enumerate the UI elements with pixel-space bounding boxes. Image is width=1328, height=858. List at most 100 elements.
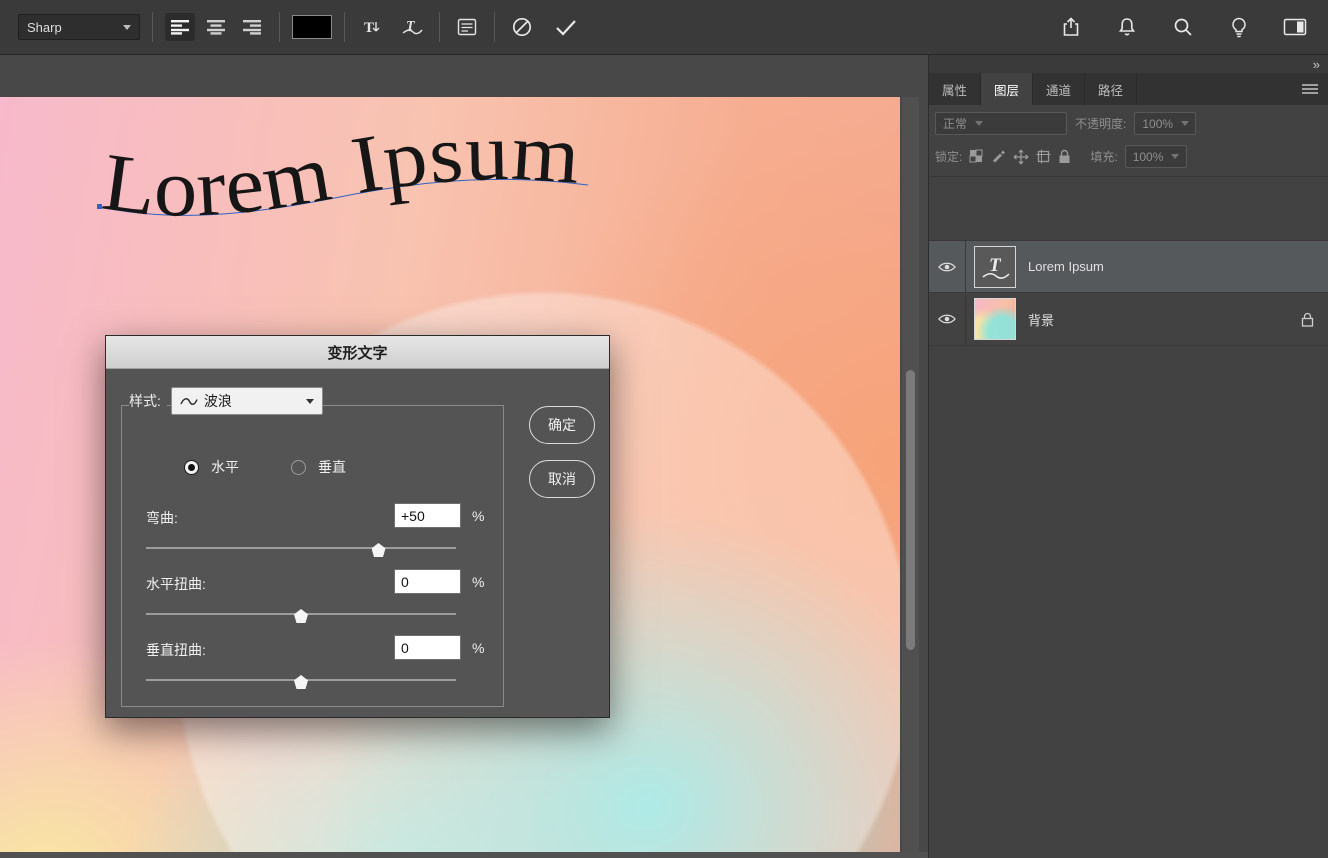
layer-name: 背景	[1028, 310, 1054, 329]
layer-row-background[interactable]: 背景	[929, 293, 1328, 346]
blend-mode-dropdown[interactable]: 正常	[935, 112, 1067, 135]
chevron-down-icon	[1171, 154, 1179, 159]
bend-slider[interactable]	[146, 541, 456, 557]
slider-thumb[interactable]	[294, 675, 308, 689]
svg-text:T: T	[406, 19, 416, 34]
warp-style-dropdown[interactable]: 波浪	[171, 387, 323, 415]
dialog-title: 变形文字	[327, 342, 387, 363]
tab-label: 属性	[942, 80, 967, 99]
toolbar-divider	[494, 12, 495, 42]
align-right-button[interactable]	[237, 13, 267, 41]
text-orientation-button[interactable]: T	[357, 13, 387, 41]
opacity-dropdown[interactable]: 100%	[1134, 112, 1196, 135]
fill-label: 填充:	[1090, 148, 1117, 165]
antialias-dropdown[interactable]: Sharp	[18, 14, 140, 40]
toolbar-divider	[344, 12, 345, 42]
workspace-panel-button[interactable]	[1280, 13, 1310, 41]
align-left-button[interactable]	[165, 13, 195, 41]
h-distort-slider[interactable]	[146, 607, 456, 623]
vertical-scrollbar[interactable]	[902, 97, 919, 852]
warp-style-value: 波浪	[204, 391, 232, 411]
lock-row: 锁定: 填充: 100%	[935, 145, 1187, 168]
style-label: 样式:	[129, 391, 167, 411]
dialog-body: 样式: 波浪 水平 垂直	[106, 369, 609, 719]
lock-position-icon[interactable]	[1013, 149, 1029, 165]
ok-button[interactable]: 确定	[529, 406, 595, 444]
slider-thumb[interactable]	[372, 543, 386, 557]
orientation-vertical-label: 垂直	[318, 457, 346, 477]
h-distort-unit: %	[472, 574, 484, 590]
cancel-button[interactable]: 取消	[529, 460, 595, 498]
commit-edits-button[interactable]	[551, 13, 581, 41]
visibility-toggle[interactable]	[929, 241, 966, 292]
svg-text:T: T	[989, 255, 1002, 276]
share-icon	[1060, 16, 1082, 38]
panel-tab-bar: 属性 图层 通道 路径	[929, 73, 1328, 105]
align-center-icon	[206, 19, 226, 35]
notifications-button[interactable]	[1112, 13, 1142, 41]
bend-input[interactable]	[394, 503, 461, 528]
bell-icon	[1116, 16, 1138, 38]
vertical-scrollbar-thumb[interactable]	[906, 370, 915, 650]
orientation-horizontal-label: 水平	[211, 457, 239, 477]
v-distort-slider[interactable]	[146, 673, 456, 689]
discover-button[interactable]	[1224, 13, 1254, 41]
chevron-down-icon	[1181, 121, 1189, 126]
tab-properties[interactable]: 属性	[929, 73, 981, 105]
panel-top-strip: »	[929, 55, 1328, 73]
background-layer-thumbnail[interactable]	[974, 298, 1016, 340]
collapse-panels-button[interactable]: »	[1313, 57, 1320, 72]
text-layer-thumbnail[interactable]: T	[974, 246, 1016, 288]
orientation-horizontal[interactable]: 水平	[184, 457, 239, 477]
radio-unselected-icon	[291, 460, 306, 475]
orientation-vertical[interactable]: 垂直	[291, 457, 346, 477]
toolbar-divider	[279, 12, 280, 42]
lock-transparency-icon[interactable]	[969, 149, 984, 164]
tab-channels[interactable]: 通道	[1033, 73, 1085, 105]
bend-unit: %	[472, 508, 484, 524]
text-orientation-icon: T	[361, 17, 383, 37]
warp-text-button[interactable]: T	[397, 13, 427, 41]
v-distort-input[interactable]	[394, 635, 461, 660]
lock-artboard-icon[interactable]	[1036, 149, 1051, 164]
slider-thumb[interactable]	[294, 609, 308, 623]
options-toolbar: Sharp	[0, 0, 1328, 55]
layer-name: Lorem Ipsum	[1028, 259, 1104, 274]
toolbar-divider	[439, 12, 440, 42]
tab-layers[interactable]: 图层	[981, 73, 1033, 105]
toggle-panels-button[interactable]	[452, 13, 482, 41]
search-button[interactable]	[1168, 13, 1198, 41]
tab-label: 通道	[1046, 80, 1071, 99]
lock-pixels-icon[interactable]	[991, 149, 1006, 164]
v-distort-label: 垂直扭曲:	[146, 640, 206, 660]
cancel-edits-button[interactable]	[507, 13, 537, 41]
text-color-swatch[interactable]	[292, 15, 332, 39]
layer-lock-icon	[1301, 312, 1314, 327]
panel-divider	[929, 176, 1328, 177]
blend-mode-row: 正常 不透明度: 100%	[935, 112, 1196, 135]
ok-button-label: 确定	[548, 415, 576, 435]
share-button[interactable]	[1056, 13, 1086, 41]
tab-paths[interactable]: 路径	[1085, 73, 1137, 105]
dialog-titlebar[interactable]: 变形文字	[106, 336, 609, 369]
visibility-toggle[interactable]	[929, 293, 966, 345]
h-distort-label: 水平扭曲:	[146, 574, 206, 594]
eye-icon	[938, 313, 956, 325]
panels-icon	[457, 18, 477, 36]
layer-row-text[interactable]: T Lorem Ipsum	[929, 240, 1328, 293]
panel-menu-button[interactable]	[1292, 73, 1328, 105]
canvas-text[interactable]: Lorem Ipsum	[97, 106, 583, 234]
toolbar-divider	[152, 12, 153, 42]
lock-all-icon[interactable]	[1058, 149, 1071, 164]
chevron-down-icon	[306, 399, 314, 404]
eye-icon	[938, 261, 956, 273]
fill-dropdown[interactable]: 100%	[1125, 145, 1187, 168]
svg-text:T: T	[364, 20, 374, 36]
horizontal-scrollbar[interactable]	[0, 852, 928, 858]
cancel-button-label: 取消	[548, 469, 576, 489]
h-distort-input[interactable]	[394, 569, 461, 594]
align-center-button[interactable]	[201, 13, 231, 41]
lightbulb-icon	[1229, 16, 1249, 38]
slider-track[interactable]	[146, 547, 456, 549]
radio-selected-icon	[184, 460, 199, 475]
